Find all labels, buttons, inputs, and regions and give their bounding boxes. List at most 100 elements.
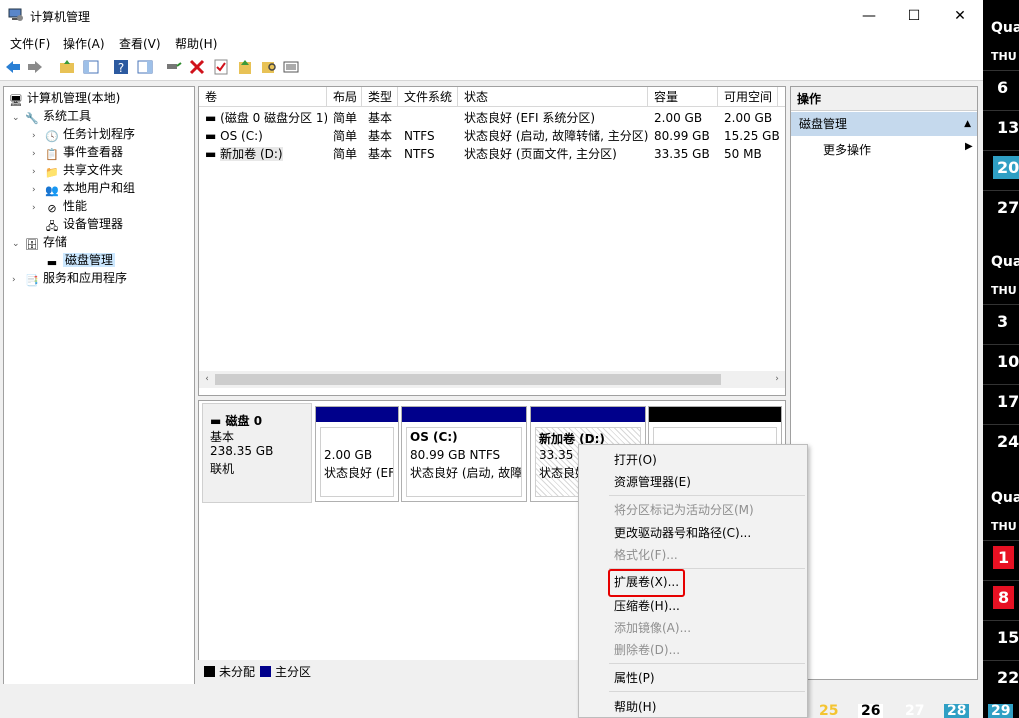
disk-0-label[interactable]: ▬ 磁盘 0 基本 238.35 GB 联机	[202, 403, 312, 503]
chevron-right-icon[interactable]: ›	[32, 199, 44, 217]
list-view-icon[interactable]	[282, 58, 300, 76]
column-header-filesystem[interactable]: 文件系统	[398, 87, 458, 107]
volume-free: 2.00 GB	[724, 111, 773, 125]
menu-item-open[interactable]: 打开(O)	[614, 451, 657, 469]
up-folder-icon[interactable]	[58, 58, 76, 76]
menu-file[interactable]: 文件(F)	[10, 35, 50, 52]
calendar-date[interactable]: 8	[983, 580, 1019, 614]
partition-efi[interactable]: 2.00 GB 状态良好 (EFI	[315, 406, 399, 502]
tree-item-device-manager[interactable]: 🖧 设备管理器	[44, 215, 123, 233]
menu-item-help[interactable]: 帮助(H)	[614, 698, 656, 716]
tree-item-services-apps[interactable]: › 📑 服务和应用程序	[12, 269, 127, 287]
legend-unallocated: 未分配	[219, 665, 256, 679]
status-bar	[0, 684, 983, 704]
volume-icon: ▬	[205, 129, 221, 143]
volume-type: 基本	[368, 147, 393, 161]
table-row[interactable]: ▬ OS (C:) 简单 基本 NTFS 状态良好 (启动, 故障转储, 主分区…	[199, 127, 785, 145]
menu-item-shrink-volume[interactable]: 压缩卷(H)...	[614, 597, 680, 615]
tree-label: 性能	[63, 199, 88, 213]
calendar-date[interactable]: 20	[983, 150, 1019, 184]
back-arrow-icon[interactable]	[4, 58, 22, 76]
connect-disk-icon[interactable]	[164, 58, 182, 76]
column-header-volume[interactable]: 卷	[199, 87, 327, 107]
calendar-date[interactable]: 10	[983, 344, 1019, 378]
menu-action[interactable]: 操作(A)	[63, 35, 105, 52]
users-icon: 👥	[45, 184, 59, 197]
calendar-date[interactable]: 1	[983, 540, 1019, 574]
title-bar: 计算机管理 — ☐ ✕	[0, 0, 983, 32]
disk-icon: ▬	[210, 414, 226, 428]
computer-management-window: 计算机管理 — ☐ ✕ 文件(F) 操作(A) 查看(V) 帮助(H) ? 🖥 计…	[0, 0, 983, 718]
import-icon[interactable]	[236, 58, 254, 76]
scroll-right-icon[interactable]: ›	[769, 371, 785, 388]
tree-item-computer-management[interactable]: 🖥 计算机管理(本地)	[8, 89, 120, 107]
column-header-status[interactable]: 状态	[458, 87, 648, 107]
volume-layout: 简单	[333, 111, 358, 125]
minimize-button[interactable]: —	[846, 0, 892, 32]
maximize-button[interactable]: ☐	[891, 0, 937, 32]
calendar-date[interactable]: 22	[983, 660, 1019, 694]
calendar-date[interactable]: 17	[983, 384, 1019, 418]
horizontal-scrollbar[interactable]: ‹ ›	[199, 371, 785, 388]
calendar-date[interactable]: 13	[983, 110, 1019, 144]
calendar-bottom-date[interactable]: 27	[902, 704, 927, 718]
partition-status: 状态良好 (启动, 故障转	[410, 466, 522, 480]
tree-item-shared-folders[interactable]: › 📁 共享文件夹	[32, 161, 123, 179]
calendar-date[interactable]: 27	[983, 190, 1019, 224]
menu-item-explorer[interactable]: 资源管理器(E)	[614, 473, 691, 491]
chevron-right-icon[interactable]: ›	[12, 271, 24, 289]
menu-item-change-drive-letter[interactable]: 更改驱动器号和路径(C)...	[614, 524, 751, 542]
collapse-up-icon[interactable]: ▲	[964, 112, 971, 136]
more-actions[interactable]: 更多操作	[823, 141, 871, 158]
tree-item-task-scheduler[interactable]: › 🕓 任务计划程序	[32, 125, 135, 143]
scrollbar-thumb[interactable]	[215, 374, 721, 385]
column-header-layout[interactable]: 布局	[327, 87, 362, 107]
menu-help[interactable]: 帮助(H)	[175, 35, 217, 52]
tree-label: 计算机管理(本地)	[27, 91, 121, 105]
tree-item-disk-management[interactable]: ▬ 磁盘管理	[44, 251, 116, 269]
submenu-arrow-icon: ▶	[965, 141, 973, 152]
column-header-free-space[interactable]: 可用空间	[718, 87, 778, 107]
calendar-date[interactable]: 24	[983, 424, 1019, 458]
close-button[interactable]: ✕	[937, 0, 983, 32]
show-hide-tree-icon[interactable]	[82, 58, 100, 76]
calendar-bottom-date[interactable]: 25	[816, 704, 841, 718]
menu-view[interactable]: 查看(V)	[119, 35, 161, 52]
volume-capacity: 2.00 GB	[654, 111, 703, 125]
device-manager-icon: 🖧	[45, 220, 59, 233]
delete-icon[interactable]	[188, 58, 206, 76]
tree-label: 系统工具	[43, 109, 92, 123]
actions-pane: 操作 磁盘管理 ▲ 更多操作 ▶	[790, 86, 978, 680]
tree-item-storage[interactable]: ⌄ 🗄 存储	[12, 233, 67, 251]
forward-arrow-icon[interactable]	[26, 58, 44, 76]
scroll-left-icon[interactable]: ‹	[199, 371, 215, 388]
calendar-bottom-date[interactable]: 28	[944, 704, 970, 718]
calendar-date[interactable]: 3	[983, 304, 1019, 338]
calendar-bottom-date[interactable]: 29	[988, 704, 1014, 718]
column-header-type[interactable]: 类型	[362, 87, 398, 107]
column-header-capacity[interactable]: 容量	[648, 87, 718, 107]
actions-section-disk-management[interactable]: 磁盘管理 ▲	[791, 112, 977, 136]
tree-item-system-tools[interactable]: ⌄ 🔧 系统工具	[12, 107, 91, 125]
volume-name: OS (C:)	[220, 129, 263, 143]
partition-c[interactable]: OS (C:) 80.99 GB NTFS 状态良好 (启动, 故障转	[401, 406, 527, 502]
help-icon[interactable]: ?	[112, 58, 130, 76]
calendar-date[interactable]: 6	[983, 70, 1019, 104]
tree-item-event-viewer[interactable]: › 📋 事件查看器	[32, 143, 123, 161]
properties-check-icon[interactable]	[212, 58, 230, 76]
show-action-pane-icon[interactable]	[136, 58, 154, 76]
calendar-bottom-date[interactable]: 26	[858, 704, 884, 718]
table-row[interactable]: ▬ 新加卷 (D:) 简单 基本 NTFS 状态良好 (页面文件, 主分区) 3…	[199, 145, 785, 163]
calendar-date[interactable]: 15	[983, 620, 1019, 654]
tree-item-performance[interactable]: › ⊘ 性能	[32, 197, 87, 215]
tree-item-local-users[interactable]: › 👥 本地用户和组	[32, 179, 135, 197]
calendar-day-label: THU	[991, 284, 1017, 297]
chevron-down-icon[interactable]: ⌄	[12, 109, 24, 127]
volume-capacity: 33.35 GB	[654, 147, 710, 161]
table-row[interactable]: ▬ (磁盘 0 磁盘分区 1) 简单 基本 状态良好 (EFI 系统分区) 2.…	[199, 109, 785, 127]
search-folder-icon[interactable]	[260, 58, 278, 76]
computer-management-icon	[8, 8, 23, 21]
chevron-down-icon[interactable]: ⌄	[12, 235, 24, 253]
menu-item-properties[interactable]: 属性(P)	[614, 669, 655, 687]
extend-volume-highlight	[608, 569, 685, 597]
